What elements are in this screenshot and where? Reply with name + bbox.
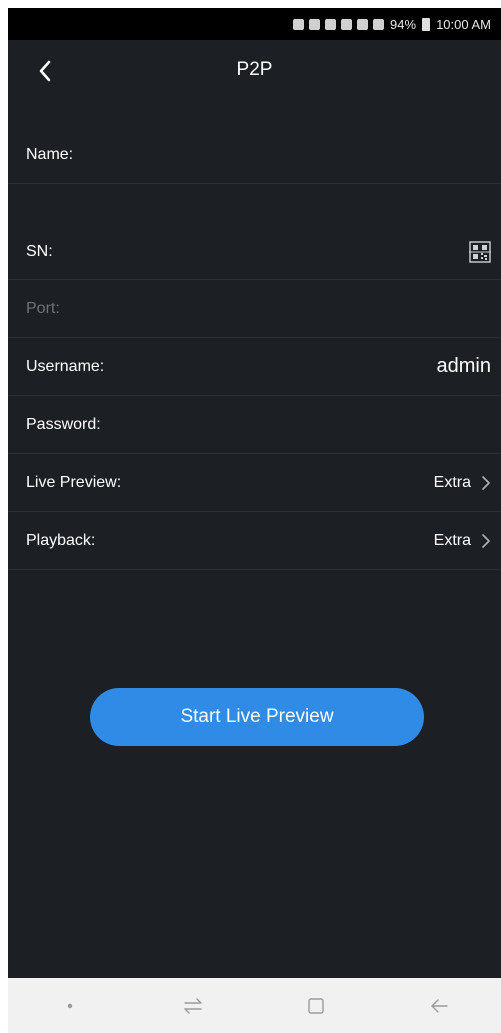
battery-icon [422,17,431,31]
name-label: Name: [26,145,74,163]
sn-row[interactable]: SN: [8,224,501,280]
start-live-preview-button[interactable]: Start Live Preview [90,688,424,746]
device-form: Name: SN: Port: Username: admin Password… [8,126,501,570]
playback-row[interactable]: Playback: Extra [8,512,501,570]
playback-label: Playback: [26,531,96,549]
port-row[interactable]: Port: [8,280,501,338]
password-label: Password: [26,415,101,433]
form-spacer [8,184,501,224]
live-preview-label: Live Preview: [26,473,122,491]
bluetooth-icon [293,18,305,30]
chevron-right-icon [482,533,490,548]
password-row[interactable]: Password: [8,396,501,454]
nav-recent-apps[interactable] [173,986,213,1026]
status-time: 10:00 AM [436,16,491,32]
live-preview-value: Extra [433,473,471,491]
nfc-icon [309,18,321,30]
live-preview-selector[interactable]: Extra [434,474,491,492]
dot-icon [67,1003,72,1008]
chevron-left-icon [39,60,51,82]
mute-icon [325,18,337,30]
battery-percent: 94% [390,16,417,32]
status-bar: 94% 10:00 AM [8,8,501,40]
back-button[interactable] [28,54,62,88]
page-title: P2P [236,59,273,80]
username-value[interactable]: admin [437,355,491,378]
qr-code-icon[interactable] [469,240,491,263]
app-header: P2P [8,40,501,100]
name-row[interactable]: Name: [8,126,501,184]
nav-back[interactable] [419,986,459,1026]
back-arrow-icon [431,998,449,1013]
signal-icon [373,18,385,30]
port-label: Port: [26,299,60,317]
recent-apps-icon [184,997,202,1014]
wifi-icon [357,18,369,30]
sn-label: SN: [26,242,53,260]
live-preview-row[interactable]: Live Preview: Extra [8,454,501,512]
app-screen: 94% 10:00 AM P2P Name: SN: Port: Usernam… [8,8,501,1033]
chevron-right-icon [482,475,490,490]
playback-value: Extra [433,531,471,549]
nav-dot[interactable] [50,986,90,1026]
status-icons [293,18,385,30]
system-navbar [8,978,501,1033]
home-icon [308,997,324,1014]
playback-selector[interactable]: Extra [434,532,491,550]
nav-home[interactable] [296,986,336,1026]
username-row[interactable]: Username: admin [8,338,501,396]
alarm-icon [341,18,353,30]
username-label: Username: [26,357,105,375]
